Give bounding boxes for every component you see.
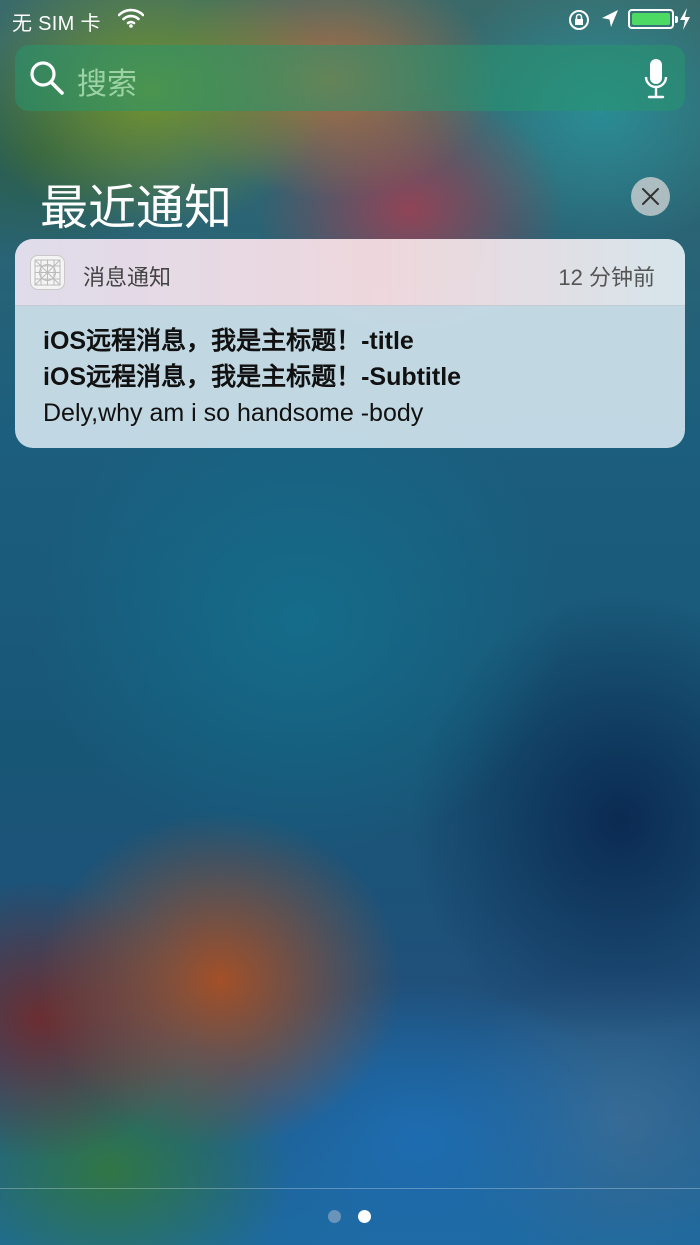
app-icon <box>30 255 65 290</box>
search-placeholder[interactable]: 搜索 <box>77 59 137 103</box>
page-dot-2-active[interactable] <box>358 1210 371 1223</box>
battery-icon <box>628 9 678 29</box>
notification-header: 消息通知 12 分钟前 <box>15 239 685 306</box>
close-icon <box>642 188 659 205</box>
microphone-icon[interactable] <box>644 58 668 105</box>
page-dot-1[interactable] <box>328 1210 341 1223</box>
status-bar: 无 SIM 卡 <box>0 0 700 38</box>
divider <box>0 1188 700 1189</box>
charging-bolt-icon <box>679 8 691 35</box>
wifi-icon <box>117 8 145 33</box>
notification-time: 12 分钟前 <box>558 265 655 290</box>
clear-notifications-button[interactable] <box>631 177 670 216</box>
location-arrow-icon <box>601 9 619 34</box>
search-icon <box>29 60 65 101</box>
carrier-label: 无 SIM 卡 <box>12 13 101 35</box>
notification-content: iOS远程消息，我是主标题！-title iOS远程消息，我是主标题！-Subt… <box>43 323 461 431</box>
rotation-lock-icon <box>568 9 590 36</box>
battery-level <box>632 13 670 25</box>
notification-subtitle: iOS远程消息，我是主标题！-Subtitle <box>43 363 462 391</box>
notification-card[interactable]: 消息通知 12 分钟前 iOS远程消息，我是主标题！-title iOS远程消息… <box>15 239 685 448</box>
search-bar[interactable]: 搜索 <box>15 45 685 111</box>
notification-body: Dely,why am i so handsome -body <box>43 399 424 427</box>
recent-notifications-title: 最近通知 <box>40 182 233 235</box>
notification-title: iOS远程消息，我是主标题！-title <box>43 327 414 355</box>
notification-app-name: 消息通知 <box>83 265 172 290</box>
